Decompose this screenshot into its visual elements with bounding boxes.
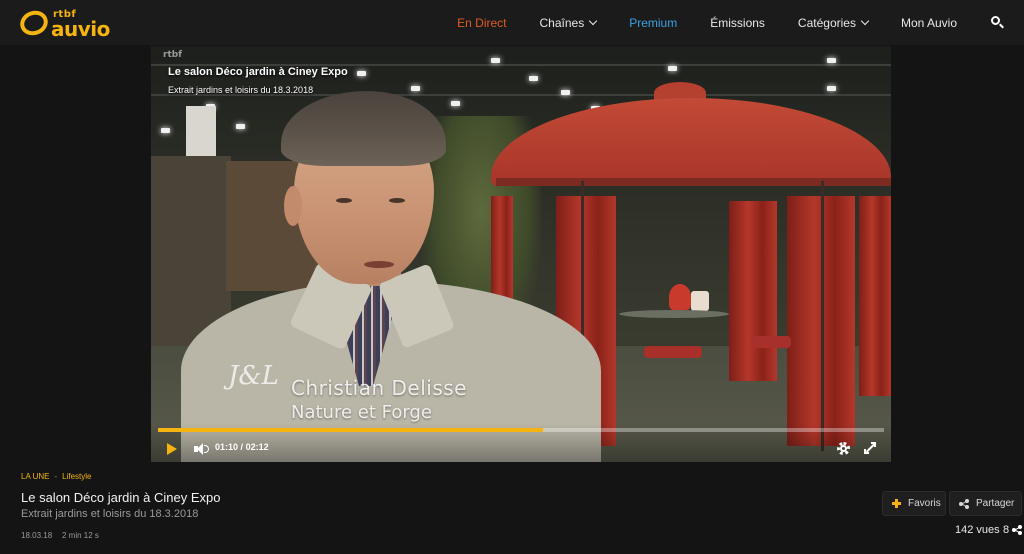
top-navigation-bar: rtbf auvio En Direct Chaînes Premium Émi… [0,0,1024,45]
play-icon[interactable] [167,443,177,455]
lower-third: Christian Delisse Nature et Forge [291,376,467,423]
nav-item-emissions[interactable]: Émissions [710,16,765,30]
video-overlay-title: Le salon Déco jardin à Ciney Expo [168,66,348,78]
video-title: Le salon Déco jardin à Ciney Expo [21,490,221,505]
nav-label-chaines: Chaînes [539,15,585,30]
search-icon[interactable] [990,15,1006,31]
ceiling-spotlight [827,58,836,63]
video-overlay-subtitle: Extrait jardins et loisirs du 18.3.2018 [168,85,314,95]
ceiling-spotlight [827,86,836,91]
view-count: 142 vues [955,524,1000,536]
main-nav: En Direct Chaînes Premium Émissions Caté… [457,0,1024,45]
ceiling-spotlight [668,66,677,71]
nav-label-categories: Catégories [797,15,856,30]
breadcrumb-lifestyle[interactable]: Lifestyle [62,472,91,481]
logo-ring-icon [16,6,52,40]
gazebo-curtain [729,201,777,381]
nav-label-emissions: Émissions [710,15,765,30]
interviewee-eye [336,198,352,203]
progress-bar[interactable] [158,428,884,432]
share-icon [959,498,969,509]
channel-watermark: rtbf [163,50,183,60]
nav-label-mon-auvio: Mon Auvio [900,15,957,30]
share-count: 8 [1003,524,1023,536]
gazebo-curtain [859,196,891,396]
video-player[interactable]: rtbf Le salon Déco jardin à Ciney Expo E… [151,46,891,462]
publish-date: 18.03.18 [21,531,53,540]
search-lens [991,15,1000,25]
plus-icon [892,499,901,508]
table-lamp [669,284,691,310]
share-button[interactable]: Partager [949,491,1022,516]
breadcrumb-la-une[interactable]: LA UNE [21,472,49,481]
chevron-down-icon [588,16,598,26]
interviewee-mouth [364,261,394,268]
nav-label-en-direct: En Direct [457,15,507,30]
fullscreen-icon[interactable] [864,442,876,454]
share-icon [1012,525,1023,535]
breadcrumb-separator: - [54,472,58,481]
nav-item-en-direct[interactable]: En Direct [457,16,506,30]
video-info-panel: LA UNE - Lifestyle Le salon Déco jardin … [0,462,1024,554]
nav-item-chaines[interactable]: Chaînes [539,15,598,30]
volume-icon-cone [197,443,203,455]
player-controls: 01:10 / 02:12 [151,424,891,462]
volume-icon-wave [204,445,209,453]
search-handle [999,23,1004,28]
gazebo-pole [821,181,824,451]
share-label: Partager [976,498,1015,509]
share-count-value: 8 [1003,524,1010,536]
lower-third-name: Christian Delisse [291,376,467,400]
current-time: 01:10 [215,442,239,452]
nav-label-premium: Premium [629,15,678,30]
table-vase [691,291,709,311]
gear-icon-hub [840,445,847,452]
nature-et-forge-logo: J&L [228,361,279,391]
gear-icon[interactable] [837,442,850,455]
interviewee-eye [389,198,405,203]
ceiling-spotlight [161,128,170,133]
time-separator: / [240,442,244,452]
garden-chair [644,346,702,358]
favorites-button[interactable]: Favoris [882,491,946,516]
ceiling-spotlight [491,58,500,63]
rtbf-auvio-logo[interactable]: rtbf auvio [16,6,115,41]
interviewee-ear [284,186,302,226]
nav-item-mon-auvio[interactable]: Mon Auvio [901,16,957,30]
volume-icon[interactable] [194,443,209,455]
logo-auvio-text: auvio [51,17,110,41]
breadcrumb: LA UNE - Lifestyle [21,472,92,481]
fullscreen-diagonal [865,443,876,453]
favorites-label: Favoris [908,498,941,509]
lower-third-company: Nature et Forge [291,402,432,423]
garden-table [619,310,729,318]
nav-item-categories[interactable]: Catégories [797,15,870,30]
nav-item-premium[interactable]: Premium [629,16,677,30]
video-duration: 2 min 12 s [62,531,99,540]
video-subtitle: Extrait jardins et loisirs du 18.3.2018 [21,508,199,520]
garden-chair [751,336,791,348]
chevron-down-icon [860,16,870,26]
total-duration: 02:12 [245,442,269,452]
progress-bar-fill [158,428,543,432]
time-display: 01:10 / 02:12 [215,442,269,452]
interviewee-hair [281,91,446,166]
